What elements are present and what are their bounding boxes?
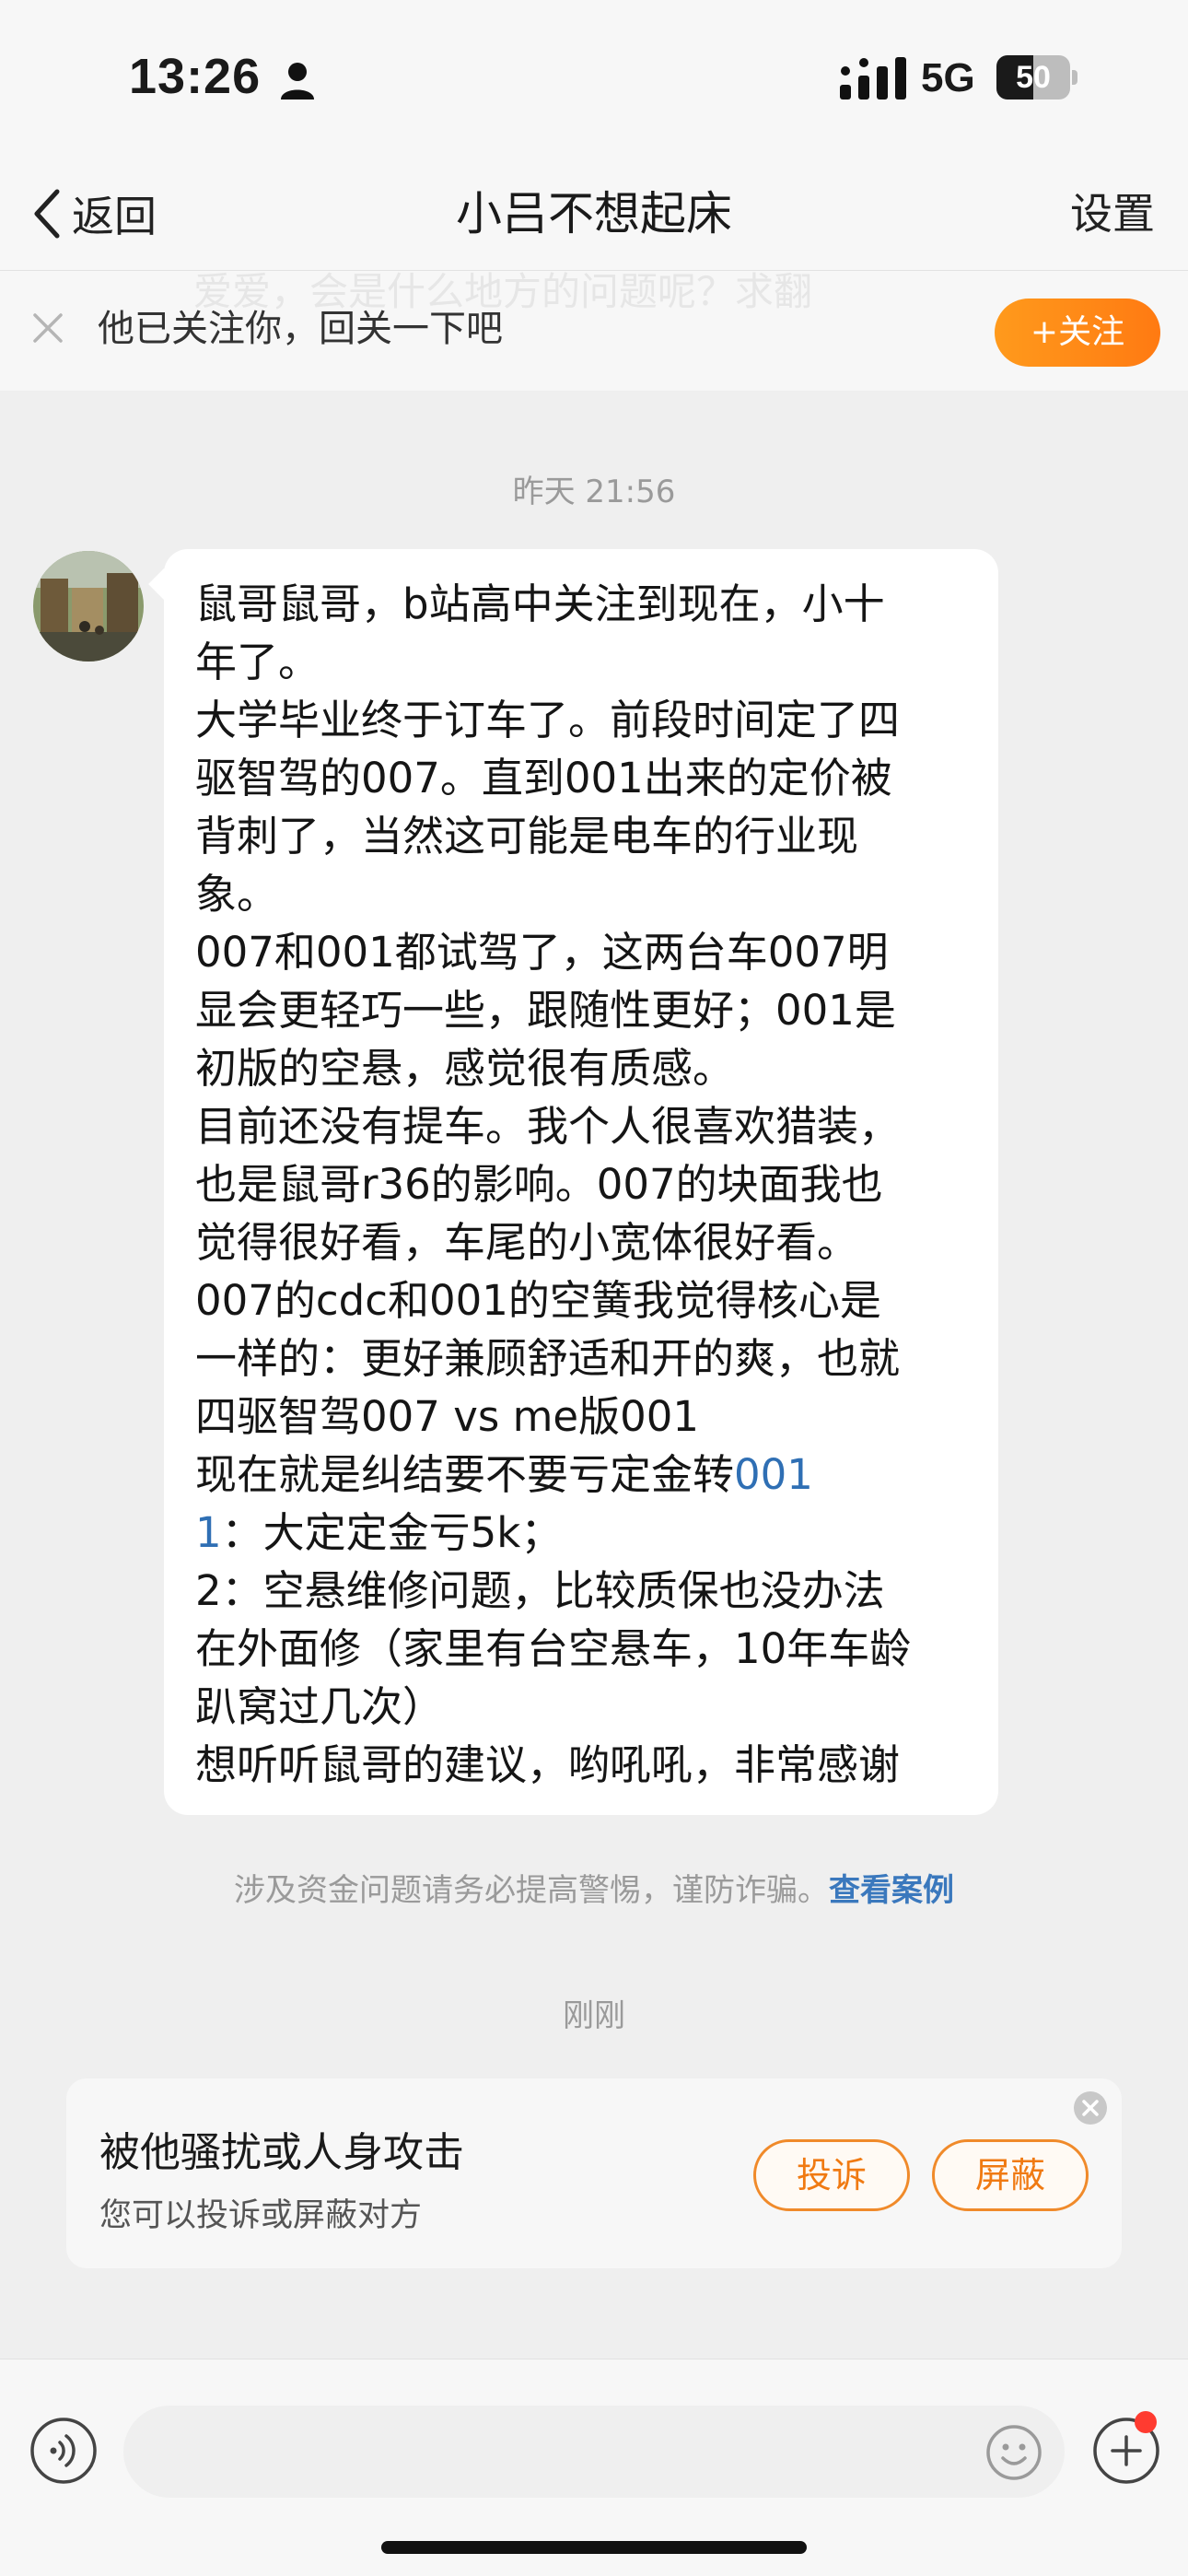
report-card-subtitle: 您可以投诉或屏蔽对方	[99, 2197, 423, 2234]
message-timestamp: 昨天 21:56	[512, 474, 676, 510]
chevron-left-icon	[34, 189, 60, 239]
message-line: 鼠哥鼠哥，b站高中关注到现在，小十	[195, 580, 885, 628]
message-line: 觉得很好看，车尾的小宽体很好看。	[195, 1218, 859, 1267]
notification-dot	[1135, 2411, 1157, 2433]
message-line: 2：空悬维修问题，比较质保也没办法	[195, 1566, 885, 1615]
status-time: 13:26	[129, 49, 262, 104]
home-indicator	[381, 2541, 807, 2554]
message-line: 初版的空悬，感觉很有质感。	[195, 1044, 735, 1093]
status-bar: 13:26 5G 50	[0, 0, 1188, 157]
back-label: 返回	[72, 192, 157, 241]
battery-icon: 50	[996, 55, 1077, 100]
message-line: 现在就是纠结要不要亏定金转001	[195, 1450, 813, 1499]
message-line: 趴窝过几次）	[195, 1682, 445, 1731]
message-link[interactable]: 001	[734, 1450, 813, 1499]
battery-level: 50	[1016, 60, 1051, 95]
message-line: 也是鼠哥r36的影响。007的块面我也	[195, 1160, 883, 1209]
safety-notice: 涉及资金问题请务必提高警惕，谨防诈骗。查看案例	[234, 1872, 954, 1909]
settings-button[interactable]: 设置	[1070, 179, 1155, 249]
nav-bar: 返回 小吕不想起床 设置	[0, 157, 1188, 271]
message-line: 007和001都试驾了，这两台车007明	[195, 928, 889, 977]
message-link[interactable]: 1	[195, 1508, 222, 1557]
message-line: 1：大定定金亏5k；	[195, 1508, 563, 1557]
block-button[interactable]: 屏蔽	[932, 2139, 1089, 2211]
message-line: 在外面修（家里有台空悬车，10年车龄	[195, 1624, 912, 1673]
message-line: 四驱智驾007 vs me版001	[195, 1392, 699, 1441]
message-line: 一样的：更好兼顾舒适和开的爽，也就	[195, 1334, 901, 1383]
follow-prompt: 他已关注你，回关一下吧	[98, 308, 503, 350]
message-line: 007的cdc和001的空簧我觉得核心是	[195, 1276, 881, 1325]
report-card: 被他骚扰或人身攻击 您可以投诉或屏蔽对方 投诉 屏蔽	[66, 2078, 1122, 2268]
report-button[interactable]: 投诉	[753, 2139, 910, 2211]
message-line: 驱智驾的007。直到001出来的定价被	[195, 754, 892, 802]
network-label: 5G	[921, 55, 975, 100]
message-line: 显会更轻巧一些，跟随性更好；001是	[195, 986, 896, 1035]
close-icon[interactable]	[1072, 2090, 1109, 2126]
message-line: 象。	[195, 870, 279, 919]
message-timestamp: 刚刚	[563, 1997, 625, 2034]
page-title: 小吕不想起床	[456, 187, 732, 240]
follow-banner: 爱爱，会是什么地方的问题呢？求翻 他已关注你，回关一下吧 +关注	[0, 271, 1188, 391]
message-line: 年了。	[195, 638, 320, 686]
follow-button[interactable]: +关注	[995, 299, 1160, 367]
person-icon	[281, 63, 314, 100]
avatar-image	[33, 551, 144, 662]
message-input[interactable]	[123, 2406, 1065, 2498]
signal-icon	[840, 57, 906, 100]
avatar[interactable]	[33, 551, 144, 662]
message-line: 想听听鼠哥的建议，哟吼吼，非常感谢	[195, 1740, 901, 1789]
message-line: 大学毕业终于订车了。前段时间定了四	[195, 696, 901, 744]
message-line: 背刺了，当然这可能是电车的行业现	[195, 812, 859, 861]
back-button[interactable]: 返回	[31, 179, 157, 249]
report-card-title: 被他骚扰或人身攻击	[99, 2129, 464, 2176]
message-bubble[interactable]: 鼠哥鼠哥，b站高中关注到现在，小十 年了。大学毕业终于订车了。前段时间定了四 驱智驾…	[148, 549, 998, 1815]
message-text-tail: 2：空悬维修问题，比较质保也没办法 在外面修（家里有台空悬车，10年车龄 趴窝过几次…	[195, 1562, 967, 1794]
message-line: 目前还没有提车。我个人很喜欢猎装，	[195, 1102, 901, 1151]
message-text: 鼠哥鼠哥，b站高中关注到现在，小十 年了。大学毕业终于订车了。前段时间定了四 驱智驾…	[195, 575, 967, 1446]
close-icon[interactable]	[31, 311, 64, 345]
view-cases-link[interactable]: 查看案例	[829, 1872, 954, 1909]
emoji-icon[interactable]	[985, 2424, 1042, 2481]
voice-icon[interactable]	[29, 2417, 98, 2485]
